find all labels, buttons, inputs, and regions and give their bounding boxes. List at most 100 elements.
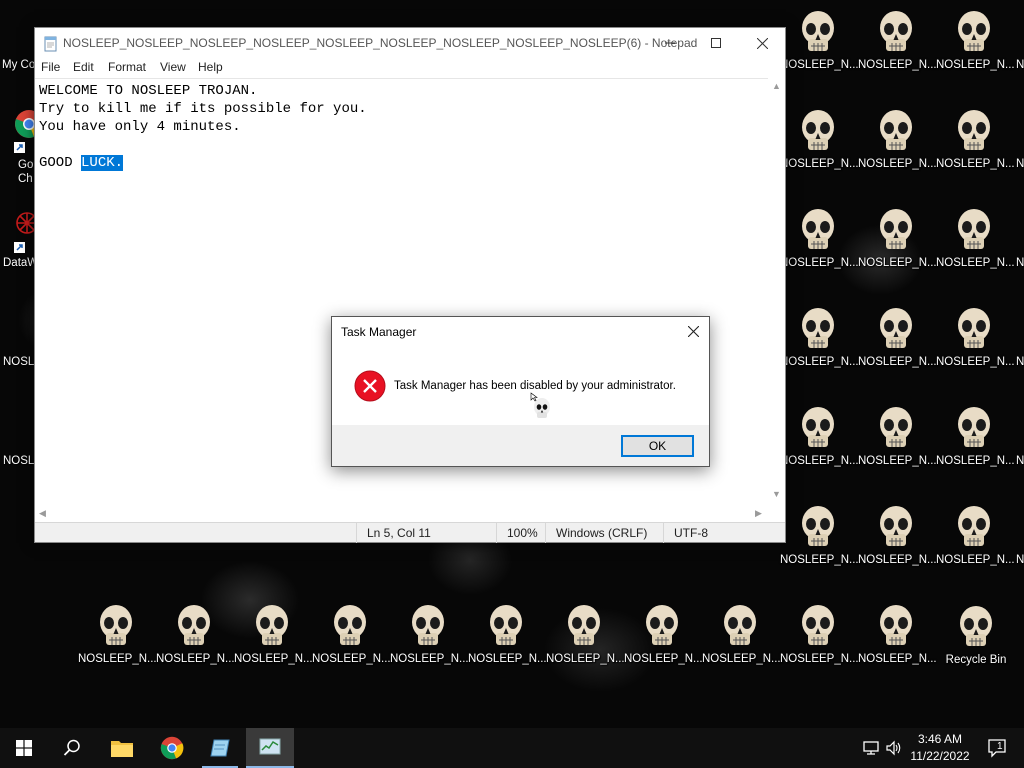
status-bar: Ln 5, Col 11 100% Windows (CRLF) UTF-8	[35, 522, 785, 543]
menu-help[interactable]: Help	[198, 60, 223, 74]
action-center-button[interactable]: 1	[978, 728, 1018, 768]
skull-icon	[802, 605, 834, 645]
desktop-icon-nosleep[interactable]: NOSLEEP_N...	[936, 302, 1015, 392]
search-icon	[63, 739, 80, 756]
desktop-icon-label: NOSLEEP_N...	[624, 653, 703, 665]
desktop-icon-nosleep[interactable]: NOSLEEP_N...	[390, 599, 469, 689]
desktop-icon-nosleep[interactable]: NOSLEEP_N...	[312, 599, 391, 689]
skull-icon	[802, 209, 834, 249]
desktop-icon-nosleep[interactable]: NOSLEEP_N...	[780, 5, 859, 95]
desktop-icon-label: NOSLEEP_N...	[546, 653, 625, 665]
maximize-button[interactable]	[693, 28, 739, 58]
desktop-label-partial[interactable]: NOSL	[3, 356, 34, 368]
skull-icon	[568, 605, 600, 645]
skull-icon	[958, 506, 990, 546]
desktop-label-partial[interactable]: N	[1016, 356, 1024, 368]
scroll-left-icon[interactable]: ◀	[39, 508, 46, 519]
desktop-icon-nosleep[interactable]: NOSLEEP_N...	[936, 5, 1015, 95]
desktop-icon-nosleep[interactable]: NOSLEEP_N...	[858, 5, 937, 95]
desktop-icon-nosleep[interactable]: NOSLEEP_N...	[624, 599, 703, 689]
desktop-icon-label: NOSLEEP_N...	[234, 653, 313, 665]
skull-cursor-icon	[530, 392, 550, 418]
desktop-icon-nosleep[interactable]: NOSLEEP_N...	[936, 104, 1015, 194]
menu-edit[interactable]: Edit	[73, 60, 94, 74]
desktop-label-partial[interactable]: Ch	[18, 173, 33, 185]
skull-icon	[960, 606, 992, 646]
desktop-icon-nosleep[interactable]: NOSLEEP_N...	[780, 203, 859, 293]
vertical-scrollbar[interactable]: ▲ ▼	[768, 78, 785, 505]
volume-button[interactable]	[882, 728, 906, 768]
notepad-titlebar[interactable]: NOSLEEP_NOSLEEP_NOSLEEP_NOSLEEP_NOSLEEP_…	[35, 28, 785, 58]
menu-file[interactable]: File	[41, 60, 60, 74]
desktop-icon-label: NOSLEEP_N...	[780, 653, 859, 665]
desktop-icon-label: NOSLEEP_N...	[780, 455, 859, 467]
start-button[interactable]	[0, 728, 48, 768]
desktop-icon-nosleep[interactable]: NOSLEEP_N...	[858, 599, 937, 689]
scroll-up-icon[interactable]: ▲	[772, 81, 781, 91]
desktop-icon-nosleep[interactable]: NOSLEEP_N...	[546, 599, 625, 689]
desktop-icon-nosleep[interactable]: NOSLEEP_N...	[936, 203, 1015, 293]
skull-icon	[724, 605, 756, 645]
desktop-label-partial[interactable]: N	[1016, 554, 1024, 566]
desktop-label-partial[interactable]: N	[1016, 455, 1024, 467]
desktop-icon-nosleep[interactable]: NOSLEEP_N...	[156, 599, 235, 689]
desktop-icon-nosleep[interactable]: NOSLEEP_N...	[234, 599, 313, 689]
desktop-label-partial[interactable]: N	[1016, 257, 1024, 269]
clock-date[interactable]: 11/22/2022	[905, 749, 975, 763]
skull-icon	[802, 407, 834, 447]
desktop-icon-nosleep[interactable]: NOSLEEP_N...	[702, 599, 781, 689]
folder-icon	[111, 741, 133, 757]
skull-icon	[802, 110, 834, 150]
desktop-icon-nosleep[interactable]: NOSLEEP_N...	[780, 302, 859, 392]
desktop-icon-nosleep[interactable]: NOSLEEP_N...	[858, 104, 937, 194]
task-manager-taskbar-button[interactable]	[246, 728, 294, 768]
desktop-icon-nosleep[interactable]: NOSLEEP_N...	[936, 500, 1015, 590]
error-dialog[interactable]: Task Manager Task Manager has been disab…	[331, 316, 710, 467]
desktop-label-partial[interactable]: My Co	[2, 59, 35, 71]
file-explorer-button[interactable]	[98, 728, 146, 768]
recycle-bin[interactable]: Recycle Bin	[938, 600, 1014, 690]
status-line-ending: Windows (CRLF)	[545, 523, 663, 543]
desktop-icon-label: NOSLEEP_N...	[78, 653, 157, 665]
desktop-icon-nosleep[interactable]: NOSLEEP_N...	[780, 500, 859, 590]
notepad-icon	[210, 739, 230, 757]
desktop-icon-nosleep[interactable]: NOSLEEP_N...	[780, 599, 859, 689]
desktop-icon-nosleep[interactable]: NOSLEEP_N...	[780, 104, 859, 194]
menu-format[interactable]: Format	[108, 60, 146, 74]
menu-view[interactable]: View	[160, 60, 186, 74]
desktop-icon-nosleep[interactable]: NOSLEEP_N...	[858, 302, 937, 392]
scroll-down-icon[interactable]: ▼	[772, 489, 781, 499]
desktop-icon-label: NOSLEEP_N...	[936, 554, 1015, 566]
desktop-icon-label: NOSLEEP_N...	[936, 158, 1015, 170]
desktop-label-partial[interactable]: NOSL	[3, 455, 34, 467]
notepad-taskbar-button[interactable]	[196, 728, 244, 768]
desktop-icon-nosleep[interactable]: NOSLEEP_N...	[858, 203, 937, 293]
scroll-right-icon[interactable]: ▶	[755, 508, 762, 519]
desktop-icon-nosleep[interactable]: NOSLEEP_N...	[858, 500, 937, 590]
minimize-button[interactable]	[647, 28, 693, 58]
network-button[interactable]	[858, 728, 884, 768]
desktop-icon-label: NOSLEEP_N...	[780, 59, 859, 71]
desktop-label-partial[interactable]: Go	[18, 159, 33, 171]
desktop-icon-nosleep[interactable]: NOSLEEP_N...	[858, 401, 937, 491]
notification-count: 1	[997, 741, 1003, 752]
desktop-icon-nosleep[interactable]: NOSLEEP_N...	[78, 599, 157, 689]
dialog-close-button[interactable]	[677, 317, 709, 345]
recycle-bin-label: Recycle Bin	[945, 654, 1007, 666]
chrome-taskbar-button[interactable]	[148, 728, 196, 768]
ok-button[interactable]: OK	[621, 435, 694, 457]
search-button[interactable]	[48, 728, 96, 768]
desktop-icon-nosleep[interactable]: NOSLEEP_N...	[780, 401, 859, 491]
desktop-label-partial[interactable]: N	[1016, 59, 1024, 71]
text-line: You have only 4 minutes.	[39, 119, 241, 135]
desktop-label-partial[interactable]: DataW	[3, 257, 38, 269]
desktop-label-partial[interactable]: N	[1016, 158, 1024, 170]
skull-icon	[958, 11, 990, 51]
desktop-icon-label: NOSLEEP_N...	[936, 59, 1015, 71]
close-button[interactable]	[739, 28, 785, 58]
horizontal-scrollbar[interactable]: ◀ ▶	[35, 505, 768, 522]
clock-time[interactable]: 3:46 AM	[905, 732, 975, 746]
skull-icon	[958, 209, 990, 249]
desktop-icon-nosleep[interactable]: NOSLEEP_N...	[468, 599, 547, 689]
desktop-icon-nosleep[interactable]: NOSLEEP_N...	[936, 401, 1015, 491]
